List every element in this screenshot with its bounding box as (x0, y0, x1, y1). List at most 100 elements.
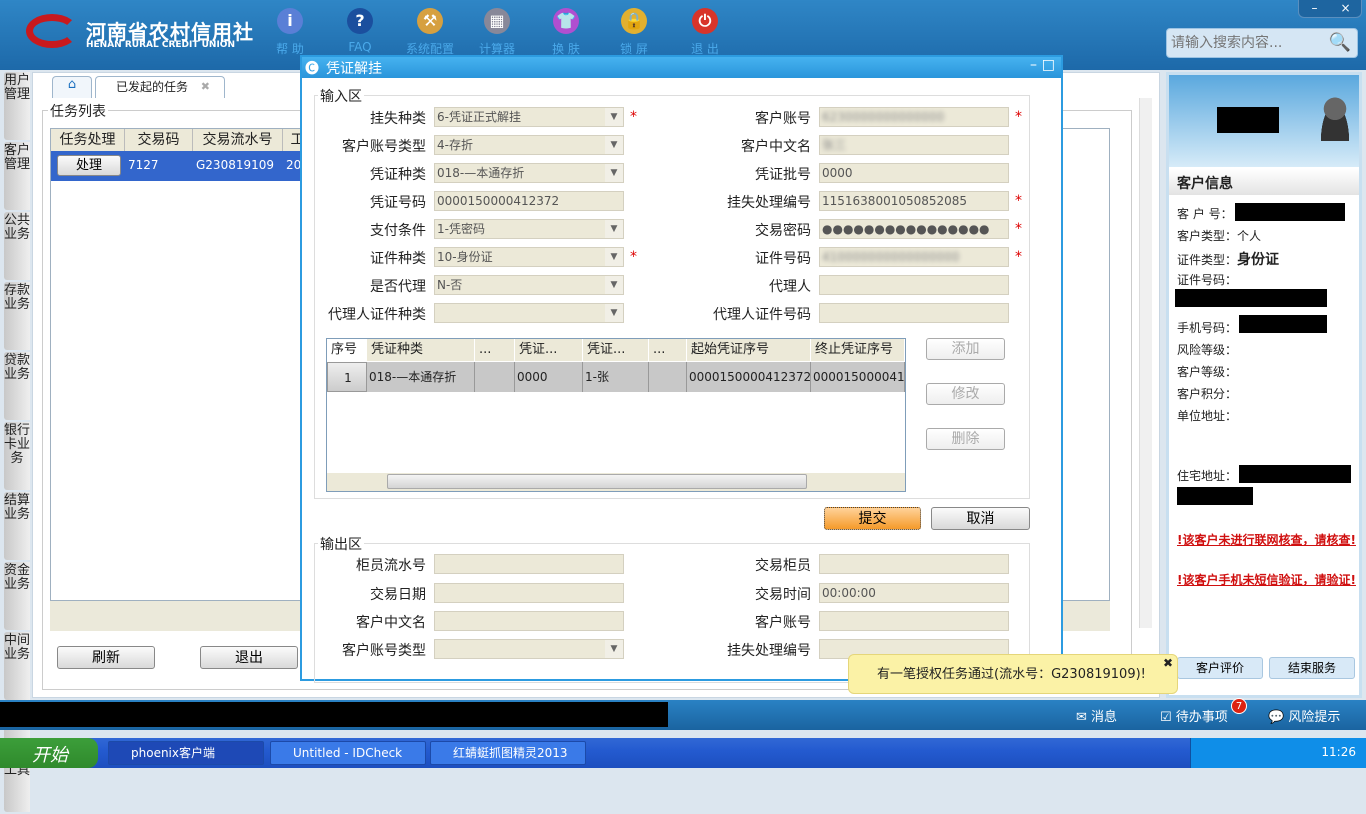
column-header[interactable]: ... (475, 339, 515, 361)
table-cell[interactable]: 018-—本通存折 (367, 362, 475, 392)
horizontal-scrollbar[interactable] (327, 473, 905, 491)
minimize-button[interactable]: – (1030, 57, 1037, 73)
sidebar-item[interactable]: 存款业务 (4, 282, 30, 350)
output-left-input[interactable] (434, 611, 624, 631)
toolbar-lock-button[interactable]: 🔒 锁 屏 (604, 8, 664, 57)
input-right-input[interactable] (819, 275, 1009, 295)
toolbar-power-button[interactable]: ⏻ 退 出 (675, 8, 735, 57)
exit-button[interactable]: 退出 (200, 646, 298, 669)
sidebar-item[interactable]: 结算业务 (4, 492, 30, 560)
toolbar-shirt-button[interactable]: 👕 换 肤 (536, 8, 596, 57)
input-right-input[interactable]: ●●●●●●●●●●●●●●●● (819, 219, 1009, 239)
column-header[interactable]: 交易流水号 (193, 129, 283, 151)
close-button[interactable]: × (1330, 0, 1361, 17)
chevron-down-icon[interactable]: ▼ (605, 108, 623, 126)
input-left-input[interactable]: 0000150000412372 (434, 191, 624, 211)
close-tab-icon[interactable]: ✖ (201, 77, 210, 97)
sidebar-item[interactable]: 银行卡业务 (4, 422, 30, 490)
risk-alert-button[interactable]: 💬 风险提示 (1268, 706, 1340, 725)
output-left-input[interactable] (434, 583, 624, 603)
sidebar-item[interactable]: 中间业务 (4, 632, 30, 700)
required-icon: * (1015, 109, 1022, 125)
table-cell[interactable]: 1 (327, 362, 367, 392)
table-cell[interactable]: 0000150000412372 (687, 362, 811, 392)
scrollbar[interactable] (1139, 98, 1152, 628)
input-left-select[interactable]: N-否 ▼ (434, 275, 624, 295)
column-header[interactable]: 凭证... (515, 339, 583, 361)
minimize-button[interactable]: – (1299, 0, 1330, 17)
input-right-input[interactable]: 1151638001050852085 (819, 191, 1009, 211)
edit-button[interactable]: 修改 (926, 383, 1005, 405)
output-right-input[interactable] (819, 554, 1009, 574)
dialog-titlebar[interactable]: 🅒 凭证解挂 – □ (302, 57, 1061, 78)
maximize-button[interactable]: □ (1042, 57, 1055, 73)
chevron-down-icon[interactable]: ▼ (605, 248, 623, 266)
column-header[interactable]: 凭证种类 (367, 339, 475, 361)
output-right-input[interactable] (819, 611, 1009, 631)
input-left-select[interactable]: 4-存折 ▼ (434, 135, 624, 155)
input-right-input[interactable]: 6230000000000000 (819, 107, 1009, 127)
column-header[interactable]: ... (649, 339, 687, 361)
input-right-input[interactable]: 张三 (819, 135, 1009, 155)
sidebar-item[interactable]: 客户管理 (4, 142, 30, 210)
input-left-select[interactable]: 10-身份证 ▼ (434, 247, 624, 267)
chevron-down-icon[interactable]: ▼ (605, 136, 623, 154)
input-left-select[interactable]: 1-凭密码 ▼ (434, 219, 624, 239)
delete-button[interactable]: 删除 (926, 428, 1005, 450)
submit-button[interactable]: 提交 (824, 507, 921, 530)
column-header[interactable]: 起始凭证序号 (687, 339, 811, 361)
output-right-input[interactable]: 00:00:00 (819, 583, 1009, 603)
warning-network-check[interactable]: !该客户未进行联网核查，请核查! (1177, 531, 1357, 549)
toolbar-calculator-button[interactable]: ▦ 计算器 (467, 8, 527, 57)
output-left-select[interactable]: ▼ (434, 639, 624, 659)
todo-button[interactable]: ☑ 待办事项 (1160, 706, 1228, 725)
sidebar-item[interactable]: 公共业务 (4, 212, 30, 280)
add-button[interactable]: 添加 (926, 338, 1005, 360)
column-header[interactable]: 凭证... (583, 339, 649, 361)
input-left-select[interactable]: 018-—本通存折 ▼ (434, 163, 624, 183)
table-cell[interactable] (475, 362, 515, 392)
input-right-input[interactable] (819, 303, 1009, 323)
column-header[interactable]: 序号 (327, 339, 367, 361)
toolbar-question-button[interactable]: ? FAQ (330, 8, 390, 54)
table-row[interactable]: 处理 7127 G230819109 20 (51, 151, 301, 181)
chevron-down-icon[interactable]: ▼ (605, 276, 623, 294)
tab-initiated-tasks[interactable]: 已发起的任务 ✖ (95, 76, 225, 98)
column-header[interactable]: 终止凭证序号 (811, 339, 905, 361)
sidebar-item[interactable]: 用户管理 (4, 72, 30, 140)
input-right-input[interactable]: 410000000000000000 (819, 247, 1009, 267)
chevron-down-icon[interactable]: ▼ (605, 164, 623, 182)
toolbar-info-button[interactable]: i帮 助 (260, 8, 320, 57)
chevron-down-icon[interactable]: ▼ (605, 220, 623, 238)
column-header[interactable]: 交易码 (125, 129, 193, 151)
toolbar-toolbox-button[interactable]: ⚒ 系统配置 (400, 8, 460, 57)
table-cell[interactable] (649, 362, 687, 392)
messages-button[interactable]: ✉ 消息 (1076, 706, 1117, 725)
warning-sms-verify[interactable]: !该客户手机未短信验证，请验证! (1177, 571, 1357, 589)
table-cell[interactable]: 000015000041237 (811, 362, 905, 392)
input-left-select[interactable]: 6-凭证正式解挂 ▼ (434, 107, 624, 127)
refresh-button[interactable]: 刷新 (57, 646, 155, 669)
table-cell[interactable]: 1-张 (583, 362, 649, 392)
process-button[interactable]: 处理 (57, 155, 121, 176)
input-left-select[interactable]: ▼ (434, 303, 624, 323)
close-icon[interactable]: ✖ (1163, 643, 1173, 683)
input-right-input[interactable]: 0000 (819, 163, 1009, 183)
column-header[interactable]: 任务处理 (51, 129, 125, 151)
end-service-button[interactable]: 结束服务 (1269, 657, 1355, 679)
table-cell[interactable]: 0000 (515, 362, 583, 392)
taskbar-item-screenshot[interactable]: 红蜻蜓抓图精灵2013 (430, 741, 586, 765)
start-button[interactable]: 开始 (0, 738, 98, 768)
chevron-down-icon[interactable]: ▼ (605, 640, 623, 658)
output-left-input[interactable] (434, 554, 624, 574)
customer-rating-button[interactable]: 客户评价 (1177, 657, 1263, 679)
cancel-button[interactable]: 取消 (931, 507, 1030, 530)
sidebar-item[interactable]: 资金业务 (4, 562, 30, 630)
search-input[interactable] (1167, 29, 1327, 57)
sidebar-item[interactable]: 贷款业务 (4, 352, 30, 420)
search-icon[interactable]: 🔍 (1329, 32, 1351, 53)
tab-home[interactable]: ⌂ (52, 76, 92, 98)
taskbar-item-idcheck[interactable]: Untitled - IDCheck (270, 741, 426, 765)
chevron-down-icon[interactable]: ▼ (605, 304, 623, 322)
taskbar-item-phoenix[interactable]: phoenix客户端 (108, 741, 264, 765)
